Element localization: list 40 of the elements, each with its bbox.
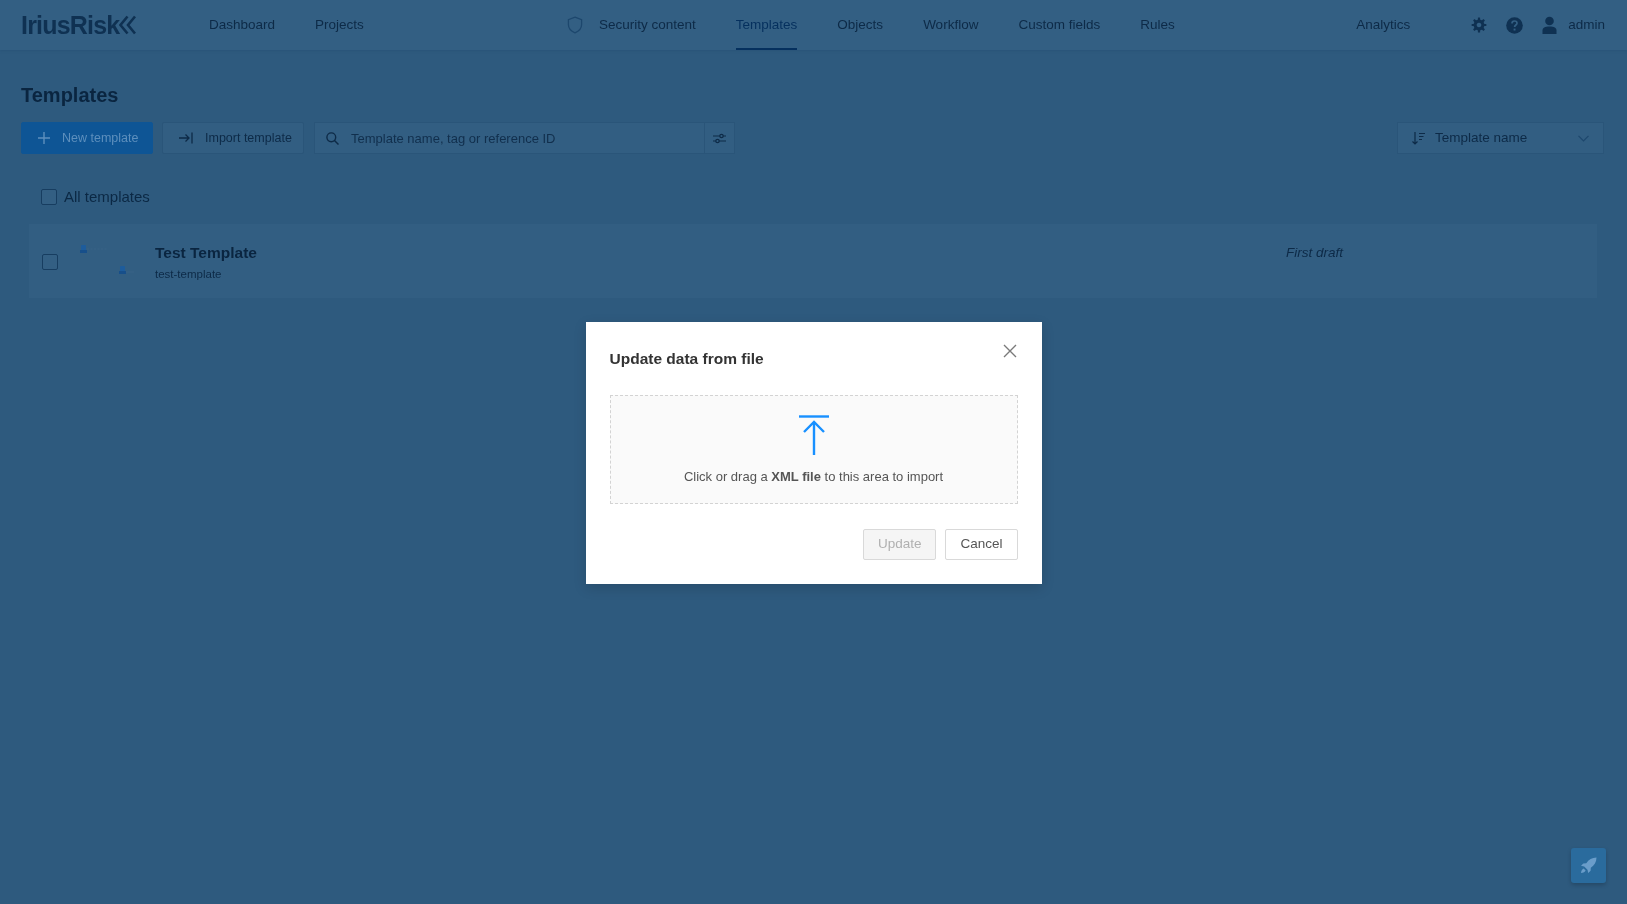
sort-dropdown[interactable]: Template name [1397, 122, 1604, 154]
sort-descending-icon [1412, 131, 1425, 145]
user-avatar-icon[interactable] [1542, 16, 1558, 34]
help-icon[interactable] [1506, 16, 1524, 34]
dropzone-instructions: Click or drag a XML file to this area to import [683, 468, 944, 486]
row-checkbox[interactable] [42, 253, 58, 270]
nav-tab[interactable]: Projects [315, 0, 364, 50]
new-template-button[interactable]: New template [21, 122, 153, 154]
settings-icon[interactable] [1471, 17, 1488, 33]
user-name[interactable]: admin [1568, 0, 1605, 50]
filter-button[interactable] [705, 122, 735, 154]
nav-tab[interactable]: Workflow [923, 0, 979, 50]
file-dropzone[interactable]: Click or drag a XML file to this area to import [609, 395, 1018, 504]
plus-icon [38, 132, 50, 144]
logo-chevron-icon [119, 15, 137, 35]
template-name[interactable]: Test Template [155, 243, 257, 262]
nav-tab[interactable]: Custom fields [1018, 0, 1101, 50]
nav-tab[interactable]: Dashboard [209, 0, 276, 50]
template-status: First draft [1286, 243, 1343, 262]
rocket-icon [1580, 857, 1597, 874]
search-icon [326, 132, 339, 145]
sliders-icon [713, 132, 726, 144]
shield-icon [567, 16, 583, 34]
upload-arrow-icon [798, 415, 829, 455]
select-all-checkbox[interactable] [41, 189, 57, 206]
close-icon [1001, 343, 1018, 359]
nav-tab[interactable]: Rules [1140, 0, 1175, 50]
import-template-button[interactable]: Import template [162, 122, 304, 154]
rocket-button[interactable] [1571, 848, 1606, 883]
template-id: test-template [155, 266, 223, 281]
nav-tab[interactable]: Security content [599, 0, 696, 50]
dialog-button[interactable]: Cancel [945, 529, 1018, 560]
page-title: Templates [21, 83, 119, 108]
close-button[interactable] [1001, 343, 1018, 359]
arrow-to-bar-icon [179, 132, 193, 144]
select-all-label[interactable]: All templates [64, 186, 150, 209]
template-row[interactable]: Test Template test-template First draft [29, 223, 1597, 298]
nav-tab[interactable]: Objects [837, 0, 884, 50]
dialog-title: Update data from file [609, 349, 764, 369]
analytics-link[interactable]: Analytics [1356, 0, 1411, 50]
